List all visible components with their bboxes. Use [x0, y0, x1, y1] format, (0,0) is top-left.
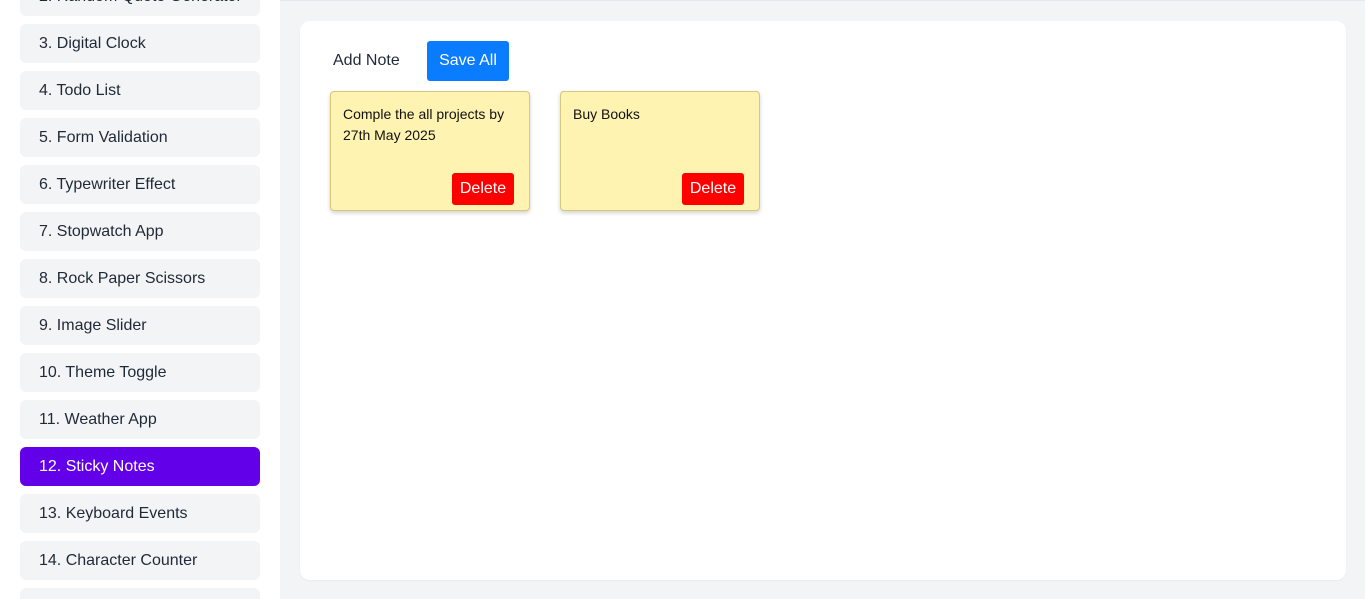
sidebar-item-rock-paper-scissors[interactable]: 8. Rock Paper Scissors	[20, 259, 260, 298]
sidebar-item-keyboard-events[interactable]: 13. Keyboard Events	[20, 494, 260, 533]
sticky-notes-app: 2. Random Quote Generator 3. Digital Clo…	[0, 0, 1365, 599]
sidebar-item-weather-app[interactable]: 11. Weather App	[20, 400, 260, 439]
delete-note-button[interactable]: Delete	[452, 173, 514, 205]
notes-panel: Add Note Save All Comple the all project…	[300, 21, 1346, 580]
sidebar-item-next[interactable]	[20, 588, 260, 599]
sidebar-item-character-counter[interactable]: 14. Character Counter	[20, 541, 260, 580]
note-text[interactable]: Comple the all projects by 27th May 2025	[343, 104, 519, 146]
sidebar: 2. Random Quote Generator 3. Digital Clo…	[0, 0, 280, 599]
sidebar-item-form-validation[interactable]: 5. Form Validation	[20, 118, 260, 157]
delete-note-button[interactable]: Delete	[682, 173, 744, 205]
add-note-button[interactable]: Add Note	[323, 41, 410, 81]
sidebar-item-typewriter-effect[interactable]: 6. Typewriter Effect	[20, 165, 260, 204]
sticky-note[interactable]: Comple the all projects by 27th May 2025…	[330, 91, 530, 211]
sidebar-item-todo-list[interactable]: 4. Todo List	[20, 71, 260, 110]
sticky-note[interactable]: Buy Books Delete	[560, 91, 760, 211]
note-text[interactable]: Buy Books	[573, 104, 749, 125]
sidebar-item-image-slider[interactable]: 9. Image Slider	[20, 306, 260, 345]
sidebar-item-sticky-notes[interactable]: 12. Sticky Notes	[20, 447, 260, 486]
save-all-button[interactable]: Save All	[427, 41, 509, 81]
sidebar-item-random-quote-generator[interactable]: 2. Random Quote Generator	[20, 0, 260, 16]
sidebar-item-digital-clock[interactable]: 3. Digital Clock	[20, 24, 260, 63]
sidebar-item-theme-toggle[interactable]: 10. Theme Toggle	[20, 353, 260, 392]
sidebar-item-stopwatch-app[interactable]: 7. Stopwatch App	[20, 212, 260, 251]
